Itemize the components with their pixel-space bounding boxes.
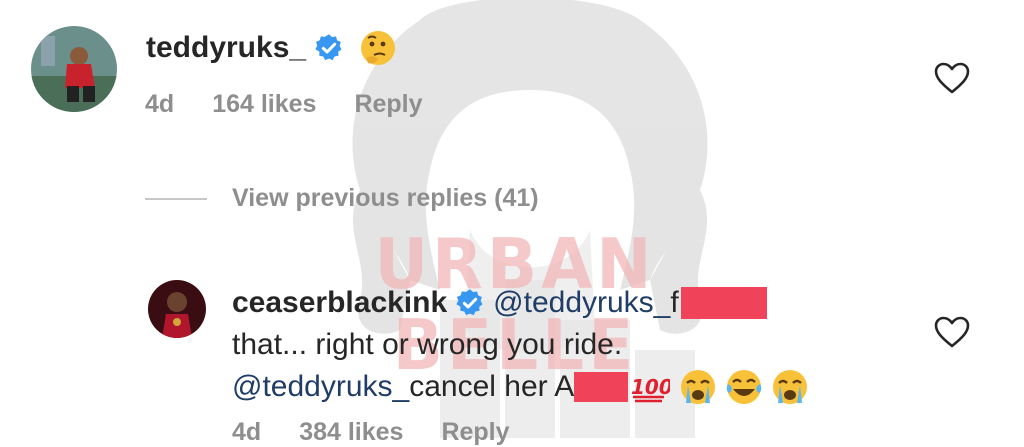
reply-divider — [145, 198, 207, 200]
heart-icon[interactable] — [934, 62, 970, 94]
heart-icon[interactable] — [934, 316, 970, 348]
likes-count[interactable]: 384 likes — [299, 418, 403, 447]
verified-badge-icon — [315, 34, 342, 61]
hundred-points-emoji: 100 — [631, 375, 670, 403]
username[interactable]: teddyruks_ — [146, 31, 306, 65]
comment-body: ceaserblackink @teddyruks_ f that... rig… — [232, 282, 872, 408]
comment-text: that... right or wrong you ride. — [232, 328, 623, 361]
comment-meta: 4d 384 likes Reply — [232, 418, 510, 447]
reply-button[interactable]: Reply — [441, 418, 509, 447]
comment-header: teddyruks_ — [146, 26, 398, 70]
tears-of-joy-emoji — [727, 370, 762, 404]
view-replies-link[interactable]: View previous replies (41) — [232, 184, 539, 213]
comment-text: f — [670, 286, 679, 319]
likes-count[interactable]: 164 likes — [212, 90, 316, 119]
svg-text:100: 100 — [631, 375, 670, 399]
comment-meta: 4d 164 likes Reply — [145, 90, 423, 119]
crying-face-emoji — [773, 370, 808, 404]
thinking-face-emoji — [361, 31, 396, 65]
avatar[interactable] — [31, 26, 117, 112]
mention-link[interactable]: @teddyruks_ — [493, 282, 670, 324]
comment-text: cancel her A — [409, 370, 575, 403]
comment-time: 4d — [145, 90, 175, 118]
comment-time: 4d — [232, 418, 262, 446]
crying-face-emoji — [681, 370, 716, 404]
reply-button[interactable]: Reply — [354, 90, 422, 119]
mention-link[interactable]: @teddyruks_ — [232, 366, 409, 408]
username[interactable]: ceaserblackink — [232, 282, 447, 324]
avatar[interactable] — [148, 280, 206, 338]
redaction-block — [574, 372, 629, 402]
redaction-block — [680, 287, 767, 319]
verified-badge-icon — [456, 289, 483, 316]
